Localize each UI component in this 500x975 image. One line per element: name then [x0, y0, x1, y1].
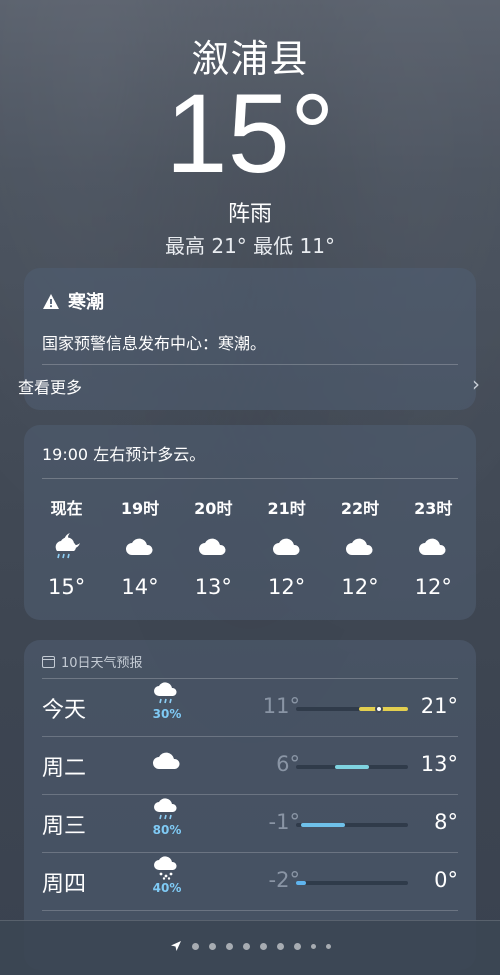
calendar-icon [42, 655, 55, 668]
day-label: 周三 [42, 814, 87, 839]
current-condition: 阵雨 [227, 202, 272, 227]
alert-title: 寒潮 [68, 292, 104, 313]
row-divider [42, 910, 458, 911]
day-row[interactable]: 周四 40% -2° 0° [24, 852, 476, 910]
view-more-link[interactable]: 查看更多 [18, 374, 82, 398]
hour-label: 22时 [340, 499, 380, 518]
temp-range-fill [334, 765, 370, 769]
location-arrow-icon[interactable] [170, 940, 182, 952]
page-dot[interactable] [293, 942, 301, 950]
temp-range-fill [300, 823, 345, 827]
hour-temp: 15° [48, 575, 86, 599]
low-temp: -2° [268, 868, 300, 892]
hour-temp: 13° [194, 575, 232, 599]
alert-card[interactable]: 寒潮 国家预警信息发布中心：寒潮。 [24, 268, 476, 410]
high-temp: 8° [434, 810, 458, 834]
day-label: 今天 [42, 698, 87, 723]
page-dot[interactable] [242, 942, 250, 950]
hour-label: 21时 [267, 499, 306, 518]
hourly-forecast-card[interactable]: 19:00 左右预计多云。 现在 15° 19时 14° 20时 13° 21时… [24, 425, 476, 620]
temp-range-track [296, 881, 408, 885]
cloud-icon [198, 529, 228, 563]
high-temp: 21° [420, 694, 458, 718]
snow-cloud-icon: 40% [148, 856, 186, 895]
precip-probability: 40% [152, 881, 182, 895]
high-low-temperature: 最高 21° 最低 11° [165, 234, 335, 258]
page-dot[interactable] [225, 942, 233, 950]
page-dot[interactable] [259, 942, 267, 950]
hour-item: 20时 13° [181, 495, 245, 599]
hour-item: 19时 14° [108, 495, 172, 599]
cloud-icon [418, 529, 448, 563]
hourly-summary: 19:00 左右预计多云。 [42, 445, 206, 464]
warning-triangle-icon [43, 293, 59, 309]
alert-title-row: 寒潮 [42, 288, 104, 314]
page-indicator[interactable] [0, 940, 500, 952]
low-temp: -1° [268, 810, 300, 834]
hour-item: 现在 15° [35, 495, 99, 599]
hour-label: 现在 [50, 499, 83, 518]
current-temp-dot [374, 705, 383, 713]
day-label: 周四 [42, 872, 87, 897]
hourly-divider [42, 478, 458, 479]
alert-divider [42, 364, 458, 365]
page-dot[interactable] [191, 942, 199, 950]
low-temp: 11° [262, 694, 300, 718]
hour-item: 23时 12° [401, 495, 465, 599]
current-temperature: 15° [165, 71, 335, 196]
temp-range-track [296, 823, 408, 827]
hourly-list: 现在 15° 19时 14° 20时 13° 21时 12° 22时 12° 2… [24, 495, 476, 599]
low-temp: 6° [276, 752, 300, 776]
day-row[interactable]: 周二 6° 13° [24, 736, 476, 794]
page-dot[interactable] [276, 942, 284, 950]
rain-cloud-icon: 30% [148, 682, 186, 721]
hour-label: 23时 [414, 499, 453, 518]
hour-temp: 12° [341, 575, 379, 599]
hour-label: 19时 [120, 499, 160, 518]
page-dot[interactable] [208, 942, 216, 950]
night-rain-cloud-icon [50, 529, 84, 563]
day-row[interactable]: 周三 80% -1° 8° [24, 794, 476, 852]
daily-heading-label: 10日天气预报 [61, 656, 143, 671]
hour-item: 21时 12° [255, 495, 319, 599]
temp-range-fill [359, 707, 408, 711]
cloud-icon [345, 529, 375, 563]
hour-label: 20时 [194, 499, 233, 518]
alert-text: 国家预警信息发布中心：寒潮。 [42, 334, 267, 353]
page-dot[interactable] [325, 943, 331, 949]
chevron-right-icon[interactable]: › [472, 372, 480, 396]
precip-probability: 30% [152, 707, 182, 721]
high-temp: 13° [420, 752, 458, 776]
temp-range-track [296, 705, 408, 713]
hour-temp: 12° [414, 575, 452, 599]
hour-temp: 12° [268, 575, 306, 599]
cloud-icon [272, 529, 302, 563]
page-dot[interactable] [310, 943, 316, 949]
high-temp: 0° [434, 868, 458, 892]
daily-heading: 10日天气预报 [42, 652, 143, 671]
hour-temp: 14° [121, 575, 159, 599]
cloud-icon [125, 529, 155, 563]
day-label: 周二 [42, 756, 87, 781]
cloud-icon [148, 750, 186, 770]
day-row[interactable]: 今天 30% 11° 21° [24, 678, 476, 736]
hour-item: 22时 12° [328, 495, 392, 599]
temp-range-fill [296, 881, 306, 885]
temp-range-track [296, 765, 408, 769]
rain-cloud-icon: 80% [148, 798, 186, 837]
precip-probability: 80% [152, 823, 182, 837]
